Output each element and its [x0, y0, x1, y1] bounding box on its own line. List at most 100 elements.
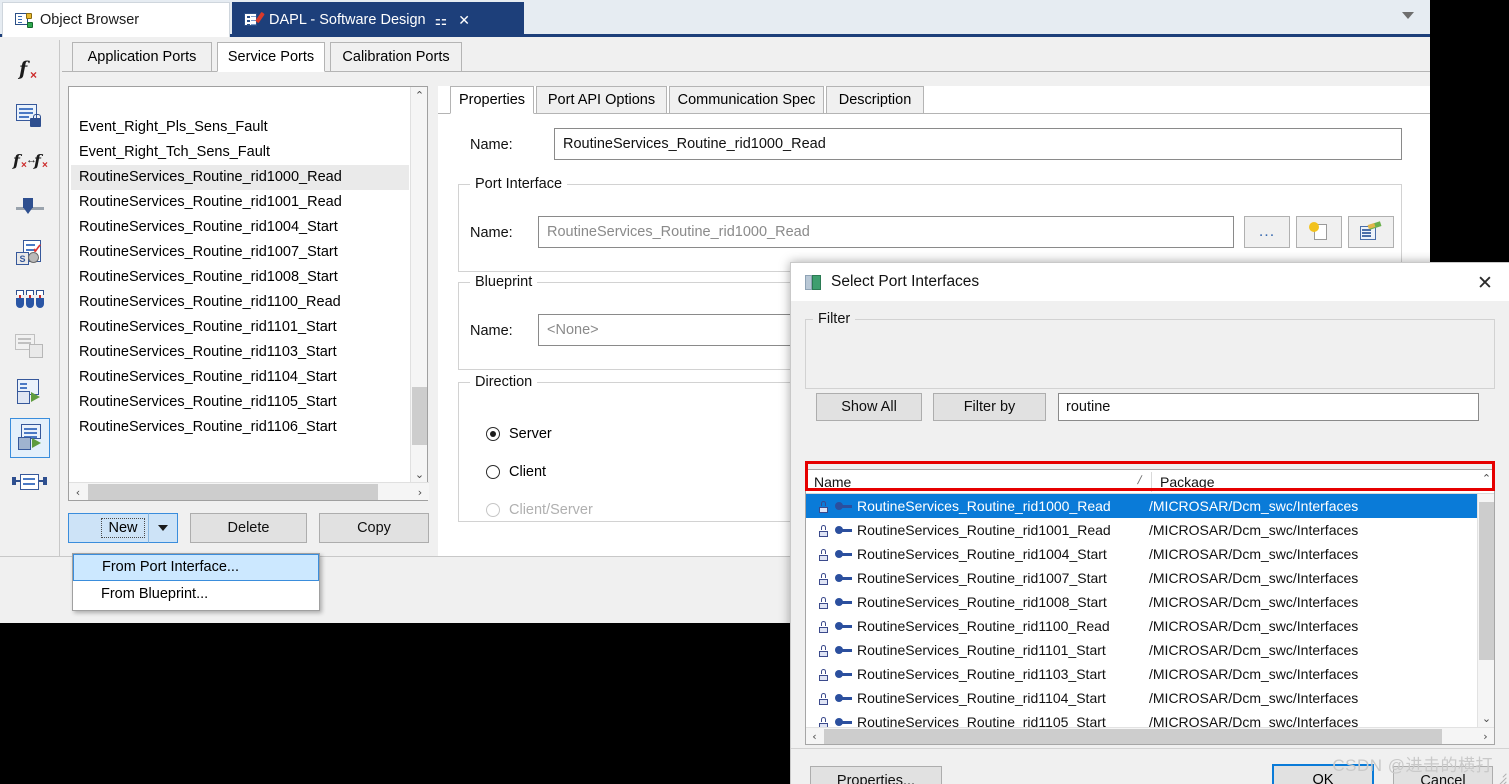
list-horizontal-scrollbar[interactable]: ‹ ›	[69, 482, 429, 500]
list-item[interactable]: RoutineServices_Routine_rid1100_Read	[71, 290, 409, 315]
radio-label: Client/Server	[509, 502, 593, 518]
column-header-name[interactable]: Name	[806, 470, 1151, 494]
copy-button[interactable]: Copy	[319, 513, 429, 543]
list-item[interactable]: RoutineServices_Routine_rid1105_Start	[71, 390, 409, 415]
grid-horizontal-scrollbar[interactable]: ‹ ›	[806, 727, 1494, 744]
tab-application-ports[interactable]: Application Ports	[72, 42, 212, 72]
grid-scroll-thumb[interactable]	[1479, 502, 1494, 660]
port-interface-icon	[835, 621, 853, 631]
delete-button[interactable]: Delete	[190, 513, 307, 543]
service-ports-icon[interactable]	[10, 418, 50, 458]
menu-item-from-blueprint[interactable]: From Blueprint...	[73, 581, 319, 608]
dialog-properties-button[interactable]: Properties...	[810, 766, 942, 784]
tab-calibration-ports[interactable]: Calibration Ports	[330, 42, 462, 72]
radio-client[interactable]: Client	[486, 464, 546, 480]
function-mapping-icon[interactable]: f × ↔ f ×	[10, 142, 50, 182]
service-check-icon[interactable]: ✓ S	[10, 234, 50, 274]
grid-hscroll-thumb[interactable]	[824, 729, 1442, 744]
document-tab-dapl-software-design[interactable]: DAPL - Software Design ⚏ ✕	[232, 2, 524, 37]
calibration-vials-icon[interactable]	[10, 280, 50, 320]
function-exclude-icon[interactable]: f ×	[10, 50, 50, 90]
table-row[interactable]: RoutineServices_Routine_rid1105_Start/MI…	[806, 710, 1477, 727]
table-row[interactable]: RoutineServices_Routine_rid1007_Start/MI…	[806, 566, 1477, 590]
scroll-up-arrow[interactable]: ⌃	[411, 87, 428, 104]
resize-grip-icon[interactable]	[1493, 768, 1507, 784]
radio-label: Client	[509, 464, 547, 480]
tab-description[interactable]: Description	[826, 86, 924, 114]
new-button-dropdown-arrow[interactable]	[148, 513, 178, 543]
show-all-button[interactable]: Show All	[816, 393, 922, 421]
list-item[interactable]: RoutineServices_Routine_rid1001_Read	[71, 190, 409, 215]
document-tab-object-browser[interactable]: Object Browser	[2, 2, 230, 37]
list-item[interactable]: RoutineServices_Routine_rid1101_Start	[71, 315, 409, 340]
close-icon[interactable]: ✕	[1474, 273, 1496, 295]
scroll-down-arrow[interactable]: ⌄	[411, 466, 428, 483]
slider-parameter-icon[interactable]	[10, 188, 50, 228]
radio-server[interactable]: Server	[486, 426, 552, 442]
lock-icon	[818, 716, 830, 727]
scroll-right-arrow[interactable]: ›	[411, 483, 429, 501]
list-item[interactable]: RoutineServices_Routine_rid1106_Start	[71, 415, 409, 440]
tab-port-api-options[interactable]: Port API Options	[536, 86, 667, 114]
table-row[interactable]: RoutineServices_Routine_rid1104_Start/MI…	[806, 686, 1477, 710]
filter-query-input[interactable]: routine	[1058, 393, 1479, 421]
list-item[interactable]: RoutineServices_Routine_rid1104_Start	[71, 365, 409, 390]
radio-label: Server	[509, 426, 552, 442]
interfaces-grid: Name / Package RoutineServices_Routine_r…	[805, 469, 1495, 745]
cell-name: RoutineServices_Routine_rid1104_Start	[857, 690, 1106, 706]
port-interface-icon	[835, 501, 853, 511]
grid-scroll-right-arrow[interactable]: ›	[1477, 728, 1494, 745]
tab-properties[interactable]: Properties	[450, 86, 534, 114]
close-tab-icon[interactable]: ✕	[456, 13, 472, 27]
table-row[interactable]: RoutineServices_Routine_rid1004_Start/MI…	[806, 542, 1477, 566]
list-scroll-thumb[interactable]	[412, 387, 427, 445]
table-row[interactable]: RoutineServices_Routine_rid1103_Start/MI…	[806, 662, 1477, 686]
name-input[interactable]: RoutineServices_Routine_rid1000_Read	[554, 128, 1402, 160]
port-interface-icon	[835, 549, 853, 559]
port-interface-icon	[835, 693, 853, 703]
grid-vertical-scrollbar[interactable]: ⌃ ⌄	[1477, 472, 1495, 727]
grid-scroll-left-arrow[interactable]: ‹	[806, 728, 823, 745]
connector-network-icon[interactable]	[10, 464, 50, 504]
tab-service-ports[interactable]: Service Ports	[217, 42, 325, 72]
list-item[interactable]: RoutineServices_Routine_rid1004_Start	[71, 215, 409, 240]
filter-by-label: Filter by	[963, 399, 1016, 415]
menu-item-label: From Blueprint...	[101, 586, 209, 602]
tab-label: Port API Options	[547, 92, 656, 108]
menu-item-from-port-interface[interactable]: From Port Interface...	[73, 554, 319, 581]
table-row[interactable]: RoutineServices_Routine_rid1008_Start/MI…	[806, 590, 1477, 614]
scroll-left-arrow[interactable]: ‹	[69, 483, 87, 501]
column-header-package[interactable]: Package	[1152, 470, 1477, 494]
edit-port-interface-button[interactable]	[1348, 216, 1394, 248]
list-item[interactable]: Event_Right_Pls_Sens_Fault	[71, 115, 409, 140]
table-row[interactable]: RoutineServices_Routine_rid1001_Read/MIC…	[806, 518, 1477, 542]
list-item[interactable]: RoutineServices_Routine_rid1007_Start	[71, 240, 409, 265]
tab-communication-spec[interactable]: Communication Spec	[669, 86, 824, 114]
cancel-button[interactable]: Cancel	[1393, 766, 1493, 784]
list-hscroll-thumb[interactable]	[88, 484, 378, 500]
table-row[interactable]: RoutineServices_Routine_rid1100_Read/MIC…	[806, 614, 1477, 638]
port-interface-name-label: Name:	[470, 225, 513, 241]
ok-button[interactable]: OK	[1272, 764, 1374, 784]
pin-tab-icon[interactable]: ⚏	[433, 13, 450, 27]
list-item[interactable]: RoutineServices_Routine_rid1008_Start	[71, 265, 409, 290]
port-interface-name-input[interactable]: RoutineServices_Routine_rid1000_Read	[538, 216, 1234, 248]
list-item[interactable]: RoutineServices_Routine_rid1103_Start	[71, 340, 409, 365]
table-row[interactable]: RoutineServices_Routine_rid1101_Start/MI…	[806, 638, 1477, 662]
component-package-icon[interactable]	[10, 326, 50, 366]
chevron-down-icon[interactable]	[1402, 12, 1414, 19]
grid-scroll-down-arrow[interactable]: ⌄	[1478, 710, 1495, 727]
lock-icon	[818, 668, 830, 681]
list-item[interactable]: Event_Right_Tch_Sens_Fault	[71, 140, 409, 165]
table-row[interactable]: RoutineServices_Routine_rid1000_Read/MIC…	[806, 494, 1477, 518]
application-ports-icon[interactable]	[10, 372, 50, 412]
locked-document-icon[interactable]	[10, 96, 50, 136]
list-vertical-scrollbar[interactable]: ⌃ ⌄	[410, 87, 427, 483]
name-label: Name:	[470, 137, 513, 153]
filter-by-button[interactable]: Filter by	[933, 393, 1046, 421]
browse-port-interface-button[interactable]: ...	[1244, 216, 1290, 248]
new-port-interface-button[interactable]	[1296, 216, 1342, 248]
grid-scroll-up-arrow[interactable]: ⌃	[1478, 470, 1495, 487]
list-item[interactable]: RoutineServices_Routine_rid1000_Read	[71, 165, 409, 190]
port-interface-icon	[835, 597, 853, 607]
